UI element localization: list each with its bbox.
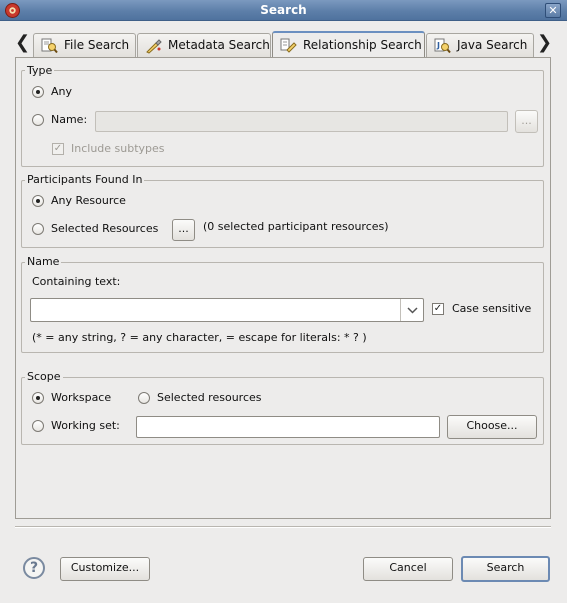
- name-group-legend: Name: [25, 255, 62, 268]
- type-group-legend: Type: [25, 64, 55, 77]
- combo-dropdown-button[interactable]: [400, 299, 423, 321]
- selected-resources-radio[interactable]: [32, 223, 44, 235]
- case-sensitive-checkbox[interactable]: ✓: [432, 303, 444, 315]
- workspace-radio[interactable]: [32, 392, 44, 404]
- type-browse-button[interactable]: ...: [515, 110, 538, 133]
- containing-text-label: Containing text:: [32, 275, 121, 288]
- type-name-field[interactable]: [95, 111, 508, 132]
- working-set-label[interactable]: Working set:: [51, 419, 120, 433]
- any-resource-label[interactable]: Any Resource: [51, 194, 126, 208]
- scope-selected-resources-label[interactable]: Selected resources: [157, 391, 262, 405]
- cancel-button[interactable]: Cancel: [363, 557, 453, 581]
- tab-relationship-search[interactable]: Relationship Search: [272, 31, 425, 58]
- relationship-search-icon: [280, 38, 297, 53]
- scope-group-legend: Scope: [25, 370, 63, 383]
- file-search-icon: [41, 38, 58, 54]
- java-search-icon: J: [434, 38, 451, 54]
- tab-label: File Search: [64, 38, 130, 52]
- participants-browse-button[interactable]: ...: [172, 219, 195, 241]
- selected-resources-label[interactable]: Selected Resources: [51, 222, 158, 236]
- close-icon[interactable]: ✕: [545, 3, 561, 18]
- tab-file-search[interactable]: File Search: [33, 33, 136, 57]
- type-name-radio[interactable]: [32, 114, 44, 126]
- wildcard-hint: (* = any string, ? = any character, = es…: [32, 331, 367, 344]
- search-button[interactable]: Search: [461, 556, 550, 582]
- tab-label: Relationship Search: [303, 38, 422, 52]
- footer-separator: [15, 526, 551, 528]
- tab-label: Metadata Search: [168, 38, 270, 52]
- case-sensitive-label[interactable]: Case sensitive: [452, 302, 531, 316]
- participants-group-legend: Participants Found In: [25, 173, 145, 186]
- type-name-label[interactable]: Name:: [51, 113, 87, 127]
- tab-scroll-left-icon[interactable]: ❮: [15, 34, 30, 54]
- containing-text-combo[interactable]: [30, 298, 424, 322]
- tab-label: Java Search: [457, 38, 528, 52]
- tab-metadata-search[interactable]: Metadata Search: [137, 33, 271, 57]
- window-title: Search: [260, 3, 307, 17]
- working-set-radio[interactable]: [32, 420, 44, 432]
- customize-button[interactable]: Customize...: [60, 557, 150, 581]
- scope-selected-resources-radio[interactable]: [138, 392, 150, 404]
- tab-java-search[interactable]: J Java Search: [426, 33, 534, 57]
- chevron-down-icon: [407, 307, 418, 314]
- participant-count-text: (0 selected participant resources): [203, 220, 389, 233]
- choose-button[interactable]: Choose...: [447, 415, 537, 439]
- tab-scroll-right-icon[interactable]: ❯: [537, 34, 552, 54]
- type-any-label[interactable]: Any: [51, 85, 72, 99]
- participants-group: [21, 180, 544, 248]
- svg-text:J: J: [436, 41, 440, 50]
- include-subtypes-label: Include subtypes: [71, 142, 165, 155]
- any-resource-radio[interactable]: [32, 195, 44, 207]
- metadata-search-icon: [146, 39, 162, 54]
- workspace-label[interactable]: Workspace: [51, 391, 111, 405]
- help-icon[interactable]: ?: [23, 557, 45, 579]
- include-subtypes-checkbox[interactable]: ✓: [52, 143, 64, 155]
- type-any-radio[interactable]: [32, 86, 44, 98]
- working-set-field[interactable]: [136, 416, 440, 438]
